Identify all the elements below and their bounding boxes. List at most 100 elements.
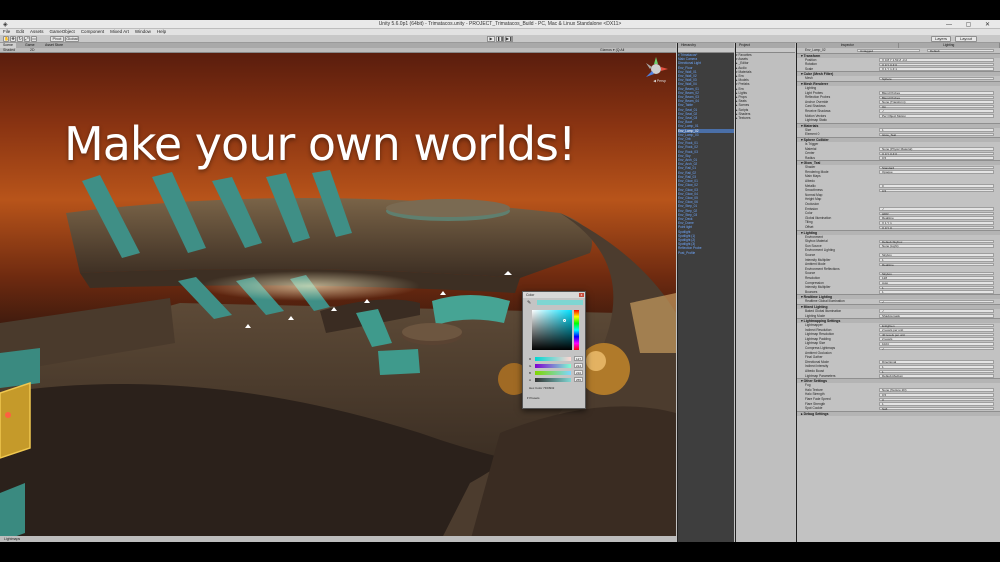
property-field[interactable]: X 0 Y 0 <box>879 225 994 230</box>
red-slider[interactable] <box>535 357 571 361</box>
property-field[interactable]: X 1 Y 1 Z 1 <box>879 67 994 71</box>
property-field[interactable]: HDR <box>879 211 994 216</box>
property-field[interactable]: 0.5 <box>879 156 994 160</box>
layout-dropdown[interactable]: Layout <box>955 36 977 42</box>
rotate-tool-icon[interactable]: ↻ <box>17 36 23 42</box>
property-field[interactable]: Per Object Motion <box>879 114 994 118</box>
property-field[interactable]: Skybox <box>879 253 994 258</box>
property-field[interactable]: ✓ <box>879 346 994 351</box>
green-slider[interactable] <box>535 364 571 368</box>
property-field[interactable]: 0.5 <box>879 392 994 397</box>
property-field[interactable]: X 0 Y 0 Z 0 <box>879 62 994 67</box>
eyedropper-icon[interactable]: ✎ <box>527 300 531 306</box>
property-field[interactable]: None (Transform) <box>879 100 994 104</box>
slider-row-b: B 210 <box>529 370 583 376</box>
property-field[interactable]: Soft <box>879 406 994 411</box>
property-row: Lightmap Parameters Default-Medium <box>797 374 1000 379</box>
saturation-value-field[interactable] <box>532 310 572 350</box>
hierarchy-item[interactable]: Post_Profile <box>678 251 734 255</box>
property-field[interactable]: ✓ <box>879 299 994 304</box>
property-field[interactable]: Default-Medium <box>879 374 994 378</box>
property-label: Lightmap Parameters <box>805 373 836 378</box>
property-field[interactable]: X 1 Y 1 <box>879 220 994 225</box>
property-field[interactable]: On <box>879 104 994 109</box>
property-field[interactable]: None (Physic Material) <box>879 147 994 151</box>
property-field[interactable]: 1 <box>879 128 994 132</box>
property-label: Radius <box>805 155 815 160</box>
property-field[interactable]: X 0 Y 0 Z 0 <box>879 151 994 156</box>
property-field[interactable]: 40 texels per unit <box>879 332 994 337</box>
property-field[interactable]: ✓ <box>879 207 994 211</box>
play-button[interactable]: ▶ <box>487 36 495 42</box>
scale-tool-icon[interactable]: ⤢ <box>24 36 30 42</box>
property-field[interactable]: 128 <box>879 276 994 281</box>
property-field[interactable]: 1 <box>879 285 994 290</box>
project-folder-item[interactable]: ▸ Textures <box>736 116 795 120</box>
alpha-slider[interactable] <box>535 378 571 382</box>
color-selector-marker[interactable] <box>563 319 566 322</box>
tag-dropdown[interactable]: Untagged <box>857 48 920 53</box>
property-label: Lightmap Static <box>805 118 827 123</box>
layer-dropdown[interactable]: Default <box>927 48 994 53</box>
property-row: Spot Cookie Soft <box>797 406 1000 411</box>
property-field[interactable]: 2 texels <box>879 337 994 341</box>
close-icon[interactable]: x <box>579 293 584 297</box>
property-field[interactable]: 0 <box>879 184 994 188</box>
property-field[interactable]: 0.5 <box>879 188 994 193</box>
property-field[interactable]: ✓ <box>879 309 994 313</box>
property-field[interactable]: 1 <box>879 369 994 374</box>
perspective-label[interactable]: ◀ Persp <box>653 79 666 83</box>
layers-dropdown[interactable]: Layers <box>931 36 951 42</box>
property-field[interactable]: None (Light) <box>879 244 994 248</box>
property-field[interactable]: Opaque <box>879 170 994 174</box>
color-picker-title-bar[interactable]: Color x <box>523 292 585 298</box>
object-name[interactable]: Env_Lamp_02 <box>805 48 826 53</box>
rgba-sliders: R 127 G 214 B 210 A 255 <box>529 356 583 384</box>
move-tool-icon[interactable]: ✥ <box>10 36 16 42</box>
property-field[interactable]: Realtime <box>879 216 994 220</box>
slider-row-g: G 214 <box>529 363 583 369</box>
property-field[interactable]: ✓ <box>879 109 994 114</box>
property-field[interactable]: Enlighten <box>879 323 994 328</box>
property-row: Element 0 Glow_Teal <box>797 132 1000 137</box>
property-field[interactable]: Sphere <box>879 76 994 81</box>
global-toggle[interactable]: Global <box>65 36 79 42</box>
property-field[interactable]: 3 <box>879 397 994 402</box>
property-label: Bounces <box>805 289 818 294</box>
red-value-field[interactable]: 127 <box>574 356 583 361</box>
hex-color-field[interactable]: Hex Color 7FD6D2 <box>529 386 554 390</box>
property-field[interactable]: 1 <box>879 290 994 294</box>
step-button[interactable]: ▶❚ <box>505 36 513 42</box>
component-header[interactable]: ▸ Debug Settings <box>797 410 1000 416</box>
property-field[interactable]: Auto <box>879 281 994 285</box>
property-field[interactable]: Directional <box>879 360 994 364</box>
presets-foldout[interactable]: ▾ Presets <box>527 396 540 400</box>
blue-slider[interactable] <box>535 371 571 375</box>
property-field[interactable]: Default-Skybox <box>879 239 994 244</box>
property-field[interactable]: X 0.8 Y 1.53 Z -3.2 <box>879 58 994 62</box>
property-field[interactable]: Skybox <box>879 271 994 276</box>
property-field[interactable]: Glow_Teal <box>879 132 994 137</box>
property-field[interactable]: Standard <box>879 165 994 170</box>
property-field[interactable]: 1 <box>879 258 994 262</box>
property-field[interactable]: Realtime <box>879 262 994 267</box>
rect-tool-icon[interactable]: ▭ <box>31 36 37 42</box>
green-value-field[interactable]: 214 <box>574 363 583 368</box>
blue-value-field[interactable]: 210 <box>574 370 583 375</box>
window-controls[interactable]: — ▢ ✕ <box>946 21 996 28</box>
pause-button[interactable]: ❚❚ <box>496 36 504 42</box>
property-field[interactable]: Shadowmask <box>879 314 994 318</box>
property-field[interactable]: None (Texture 2D) <box>879 388 994 392</box>
hierarchy-list: ▾ Trimatacos* Main Camera Directional Li… <box>678 53 734 255</box>
property-field[interactable]: 2 texels per unit <box>879 328 994 332</box>
property-field[interactable]: 1 <box>879 364 994 369</box>
property-field[interactable]: Blend Probes <box>879 95 994 100</box>
property-field[interactable]: 1024 <box>879 341 994 346</box>
scene-viewport[interactable]: Make your own worlds! ◀ Persp Color x ✎ <box>0 53 676 542</box>
property-field[interactable]: Blend Probes <box>879 91 994 95</box>
property-field[interactable]: 1 <box>879 402 994 406</box>
hue-slider[interactable] <box>574 310 579 350</box>
pivot-toggle[interactable]: Pivot <box>50 36 64 42</box>
alpha-value-field[interactable]: 255 <box>574 377 583 382</box>
hand-tool-icon[interactable]: ✋ <box>3 36 9 42</box>
